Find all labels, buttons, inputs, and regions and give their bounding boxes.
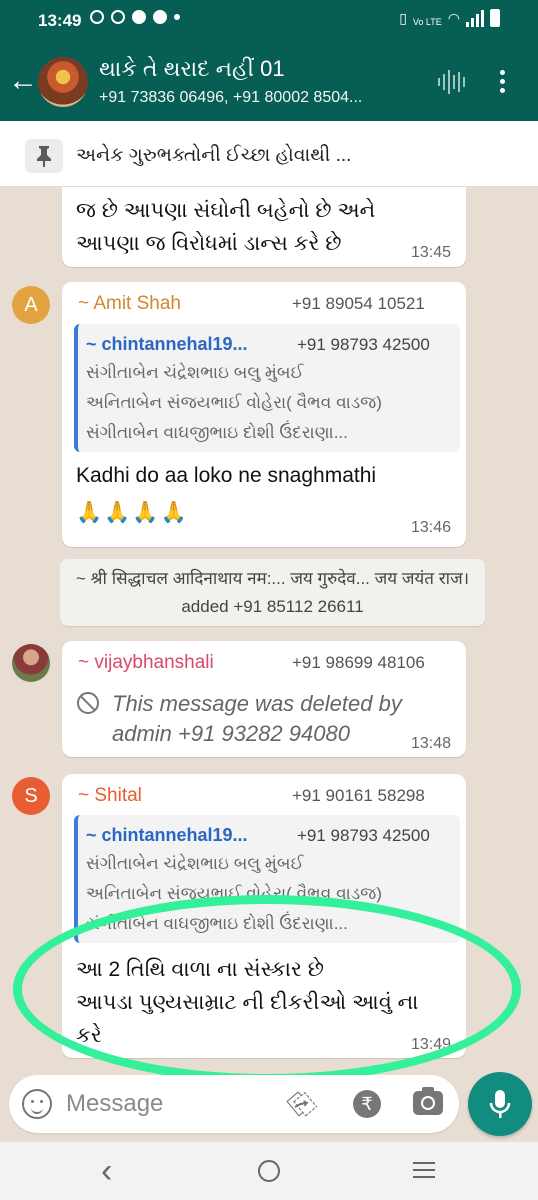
- group-members[interactable]: +91 73836 06496, +91 80002 8504...: [99, 89, 411, 107]
- system-message: ~ श्री सिद्धाचल आदिनाथाय नम:... जय गुरुद…: [60, 559, 485, 626]
- sender-phone: +91 98699 48106: [292, 653, 425, 672]
- status-time: 13:49: [38, 11, 82, 30]
- sender-name[interactable]: ~ Amit Shah: [78, 293, 181, 315]
- notification-icons: [90, 10, 180, 24]
- camera-icon[interactable]: [413, 1087, 443, 1115]
- quoted-sender: ~ chintannehal19...: [86, 334, 248, 354]
- overflow-menu-icon[interactable]: [500, 70, 505, 93]
- payment-icon[interactable]: ₹: [353, 1090, 381, 1118]
- volte-label: Vo LTE: [412, 17, 442, 27]
- quoted-phone: +91 98793 42500: [297, 335, 430, 354]
- battery-icon: [490, 9, 500, 27]
- wifi-icon: ◠: [447, 10, 460, 26]
- group-title[interactable]: થાકે તે થરાદ નહીં 01: [99, 56, 285, 82]
- back-arrow-icon[interactable]: ←: [8, 66, 38, 96]
- instagram-icon: [111, 10, 125, 24]
- sender-name[interactable]: ~ Shital: [78, 785, 142, 807]
- message-time: 13:48: [411, 735, 452, 752]
- pinned-message-text[interactable]: અનેક ગુરુભક્તોની ઈચ્છા હોવાથી ...: [76, 145, 351, 167]
- instagram-icon: [90, 10, 104, 24]
- message-emoji: 🙏🙏🙏🙏: [76, 501, 189, 524]
- avatar[interactable]: A: [12, 286, 50, 324]
- message-line: Kadhi do aa loko ne snaghmathi: [76, 464, 377, 487]
- app-bar: 13:49 ▯ Vo LTE ◠ ← થાકે તે થરાદ નહીં 01 …: [0, 0, 538, 121]
- avatar[interactable]: S: [12, 777, 50, 815]
- quoted-sender: ~ chintannehal19...: [86, 825, 248, 845]
- system-status-icons: ▯ Vo LTE ◠: [399, 9, 500, 27]
- group-avatar[interactable]: [38, 57, 88, 107]
- quoted-phone: +91 98793 42500: [297, 826, 430, 845]
- vibrate-icon: ▯: [399, 10, 407, 26]
- quoted-line: સંગીતાબેન વાઘજીભાઇ દોશી ઉંદરાણા...: [86, 423, 348, 442]
- sender-phone: +91 90161 58298: [292, 786, 425, 805]
- pin-icon: [25, 139, 63, 173]
- quoted-line: સંગીતાબેન ચંદ્રેશભાઇ બલુ મુંબઈ: [86, 363, 304, 382]
- signal-icon: [466, 10, 484, 27]
- mic-icon: [489, 1090, 511, 1118]
- deleted-message-text: admin +91 93282 94080: [112, 721, 350, 746]
- blocked-icon: [77, 692, 99, 714]
- compass-icon: [153, 10, 167, 24]
- nav-recents-icon[interactable]: [413, 1162, 435, 1178]
- emoji-icon[interactable]: [22, 1089, 52, 1119]
- message-line: આપણા જ વિરોધમાં ડાન્સ કરે છે: [76, 232, 342, 255]
- more-notifications-dot: [174, 14, 180, 20]
- highlight-annotation: [13, 895, 521, 1083]
- nav-back-icon[interactable]: ‹: [101, 1152, 112, 1191]
- play-icon: [132, 10, 146, 24]
- avatar[interactable]: [12, 644, 50, 682]
- mic-button[interactable]: [468, 1072, 532, 1136]
- deleted-message-text: This message was deleted by: [112, 691, 402, 716]
- message-time: 13:46: [411, 519, 452, 536]
- message-input[interactable]: [66, 1088, 276, 1120]
- message-time: 13:45: [411, 244, 452, 261]
- quoted-line: સંગીતાબેન ચંદ્રેશભાઇ બલુ મુંબઈ: [86, 854, 304, 873]
- sender-phone: +91 89054 10521: [292, 294, 425, 313]
- sender-name[interactable]: ~ vijaybhanshali: [78, 652, 214, 674]
- message-line: જ છે આપણા સંઘોની બહેનો છે અને: [76, 199, 376, 222]
- nav-home-icon[interactable]: [258, 1160, 280, 1182]
- quoted-line: અનિતાબેન સંજયભાઈ વોહેરા( વૈભવ વાડજ): [86, 393, 382, 412]
- voice-call-icon[interactable]: [438, 70, 465, 94]
